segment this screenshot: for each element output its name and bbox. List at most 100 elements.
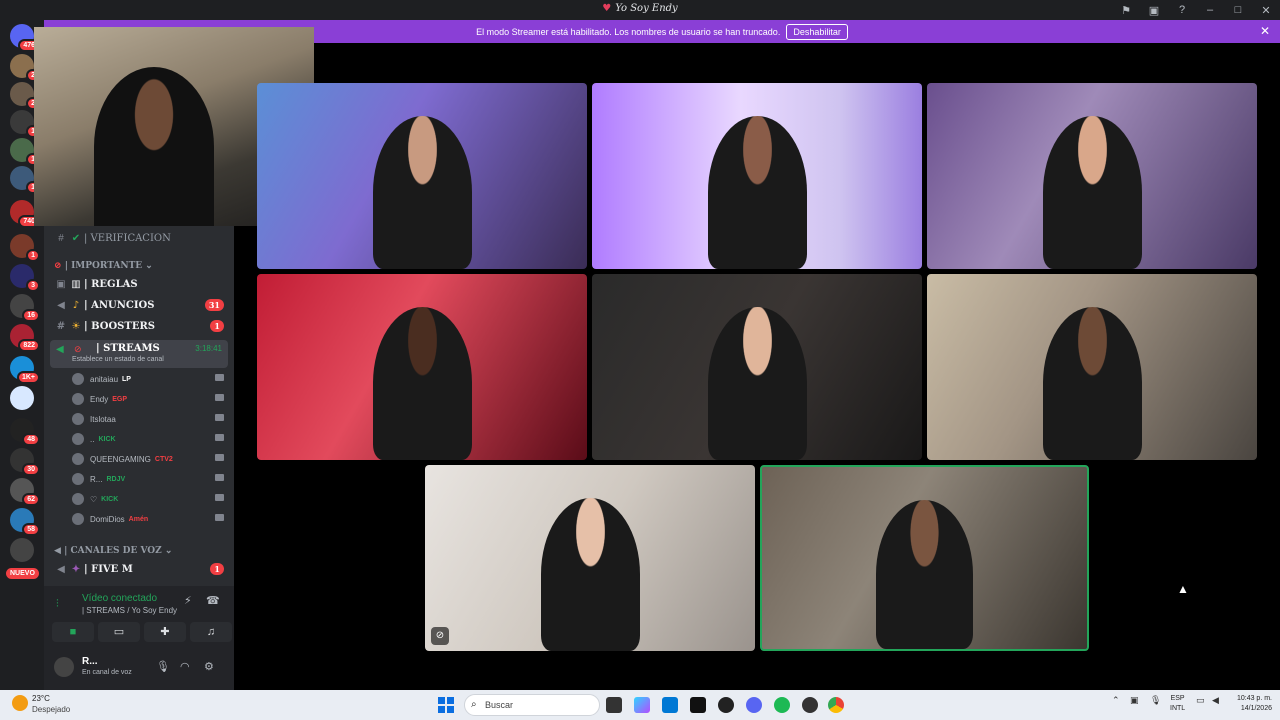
disconnect-icon[interactable]: ☎ bbox=[206, 594, 220, 607]
new-pill[interactable]: NUEVO bbox=[6, 568, 39, 579]
terminal-icon[interactable] bbox=[690, 697, 706, 713]
user-name: R... bbox=[90, 474, 103, 484]
windows-start-icon[interactable] bbox=[438, 697, 454, 713]
soundboard-button[interactable]: ♫ bbox=[190, 622, 232, 642]
server-icon[interactable]: 822 bbox=[10, 324, 40, 352]
signal-icon[interactable]: ⫶ bbox=[56, 598, 59, 611]
microphone-icon[interactable]: 🎙 bbox=[1150, 695, 1161, 706]
weather-icon[interactable] bbox=[12, 695, 28, 711]
task-view-icon[interactable] bbox=[606, 697, 622, 713]
taskbar-search[interactable]: ⌕ Buscar bbox=[464, 694, 600, 716]
noise-suppression-icon[interactable]: ⚡ bbox=[184, 594, 192, 607]
server-icon[interactable]: 1 bbox=[10, 138, 40, 166]
store-icon[interactable] bbox=[662, 697, 678, 713]
video-tile[interactable] bbox=[592, 83, 922, 269]
category-canales-voz[interactable]: ◀ | CANALES DE VOZ ⌄ bbox=[54, 546, 172, 556]
banner-close-icon[interactable]: ✕ bbox=[1260, 24, 1270, 38]
settings-gear-icon[interactable]: ⚙ bbox=[204, 660, 214, 673]
server-icon[interactable] bbox=[10, 538, 34, 562]
server-icon[interactable]: 1 bbox=[10, 110, 40, 138]
channel-boosters[interactable]: # ☀ | BOOSTERS 1 bbox=[44, 316, 234, 336]
video-tile[interactable] bbox=[927, 274, 1257, 460]
bell-icon: ♪ bbox=[72, 299, 80, 311]
channel-five-m[interactable]: ◀ ✦ | FIVE M 1 bbox=[44, 559, 234, 579]
inbox-icon[interactable]: ▣ bbox=[1140, 4, 1168, 17]
server-icon[interactable]: 3 bbox=[10, 264, 40, 292]
microphone-icon[interactable]: 🎙 bbox=[156, 660, 170, 673]
server-icon[interactable]: 58 bbox=[10, 508, 40, 536]
speaker-icon: ◀ bbox=[56, 344, 64, 355]
server-icon[interactable]: 2 bbox=[10, 54, 40, 82]
copilot-icon[interactable] bbox=[634, 697, 650, 713]
lang-text: ESP bbox=[1170, 695, 1185, 702]
disable-streamer-button[interactable]: Deshabilitar bbox=[786, 23, 848, 40]
network-icon[interactable]: ▭ bbox=[1196, 695, 1205, 706]
server-icon[interactable]: 16 bbox=[10, 294, 40, 322]
voice-user[interactable]: R... RDJV bbox=[72, 470, 228, 488]
server-icon[interactable]: 740 bbox=[10, 200, 40, 228]
server-icon[interactable]: 48 bbox=[10, 418, 40, 446]
server-icon[interactable]: 1 bbox=[10, 234, 40, 262]
server-icon[interactable]: 1 bbox=[10, 166, 40, 194]
video-tile[interactable] bbox=[257, 83, 587, 269]
camera-button[interactable]: ■ bbox=[52, 622, 94, 642]
weather-desc[interactable]: Despejado bbox=[32, 705, 70, 714]
user-tag: LP bbox=[122, 375, 131, 383]
voice-channel-name[interactable]: | STREAMS / Yo Soy Endy bbox=[82, 606, 177, 615]
screen-share-button[interactable]: ▭ bbox=[98, 622, 140, 642]
server-icon[interactable]: 2 bbox=[10, 82, 40, 110]
video-tile[interactable] bbox=[760, 465, 1089, 651]
channel-anuncios[interactable]: ◀ ♪ | ANUNCIOS 31 bbox=[44, 295, 234, 315]
video-tile[interactable] bbox=[927, 83, 1257, 269]
channel-verificacion[interactable]: # ✔ | VERIFICACION bbox=[44, 228, 234, 248]
channel-label: | BOOSTERS bbox=[84, 320, 155, 332]
channel-reglas[interactable]: ▣ ▥ | REGLAS bbox=[44, 274, 234, 294]
voice-user[interactable]: QUEENGAMING CTV2 bbox=[72, 450, 228, 468]
user-status: En canal de voz bbox=[82, 669, 132, 676]
lang-layout: INTL bbox=[1170, 705, 1186, 712]
voice-status[interactable]: Vídeo conectado bbox=[82, 593, 157, 604]
server-icon[interactable]: 30 bbox=[10, 448, 40, 476]
obs-icon[interactable] bbox=[802, 697, 818, 713]
minimize-icon[interactable]: – bbox=[1196, 4, 1224, 16]
avatar bbox=[72, 473, 84, 485]
server-icon[interactable]: 476 bbox=[10, 24, 40, 52]
user-tag: KICK bbox=[98, 435, 116, 443]
server-mention-badge: 1 bbox=[26, 249, 40, 262]
voice-user[interactable]: DomiDios Amén bbox=[72, 510, 228, 528]
video-tile[interactable]: ⊘ bbox=[425, 465, 755, 651]
avatar[interactable] bbox=[54, 657, 74, 677]
close-icon[interactable]: ✕ bbox=[1252, 4, 1280, 17]
volume-icon[interactable]: ◀ bbox=[1212, 695, 1219, 706]
activities-button[interactable]: ✚ bbox=[144, 622, 186, 642]
voice-user[interactable]: Itslotaa bbox=[72, 410, 228, 428]
language-indicator[interactable]: ESP INTL bbox=[1170, 694, 1185, 714]
maximize-icon[interactable]: □ bbox=[1224, 4, 1252, 16]
server-icon[interactable]: 62 bbox=[10, 478, 40, 506]
voice-channel-streams[interactable]: ◀ ⊘ | STREAMS Establece un estado de can… bbox=[50, 340, 228, 368]
tray-app-icon[interactable]: ▣ bbox=[1130, 695, 1139, 706]
app-icon[interactable] bbox=[718, 697, 734, 713]
video-tile[interactable] bbox=[257, 274, 587, 460]
chrome-icon[interactable] bbox=[828, 697, 844, 713]
voice-user[interactable]: Endy EGP bbox=[72, 390, 228, 408]
voice-user[interactable]: ♡ KICK bbox=[72, 490, 228, 508]
speaker-icon: ◀ bbox=[57, 563, 65, 575]
voice-user[interactable]: anitaiau LP bbox=[72, 370, 228, 388]
headphones-icon[interactable]: ◠ bbox=[180, 660, 190, 673]
spotify-icon[interactable] bbox=[774, 697, 790, 713]
weather-temp[interactable]: 23°C bbox=[32, 694, 50, 703]
voice-user[interactable]: .. KICK bbox=[72, 430, 228, 448]
chevron-up-icon[interactable]: ⌃ bbox=[1112, 695, 1120, 706]
video-tile[interactable] bbox=[592, 274, 922, 460]
channel-status[interactable]: Establece un estado de canal bbox=[72, 356, 164, 363]
category-importante[interactable]: ⊘ | IMPORTANTE ⌄ bbox=[54, 261, 153, 271]
server-icon[interactable] bbox=[10, 386, 34, 410]
clock[interactable]: 10:43 p. m. 14/1/2026 bbox=[1230, 694, 1272, 714]
unread-badge: 31 bbox=[204, 299, 224, 311]
pin-icon[interactable]: ⚑ bbox=[1112, 4, 1140, 17]
server-mention-badge: 16 bbox=[22, 309, 40, 322]
discord-icon[interactable] bbox=[746, 697, 762, 713]
server-icon[interactable]: 1K+ bbox=[10, 356, 40, 384]
help-icon[interactable]: ? bbox=[1168, 4, 1196, 16]
